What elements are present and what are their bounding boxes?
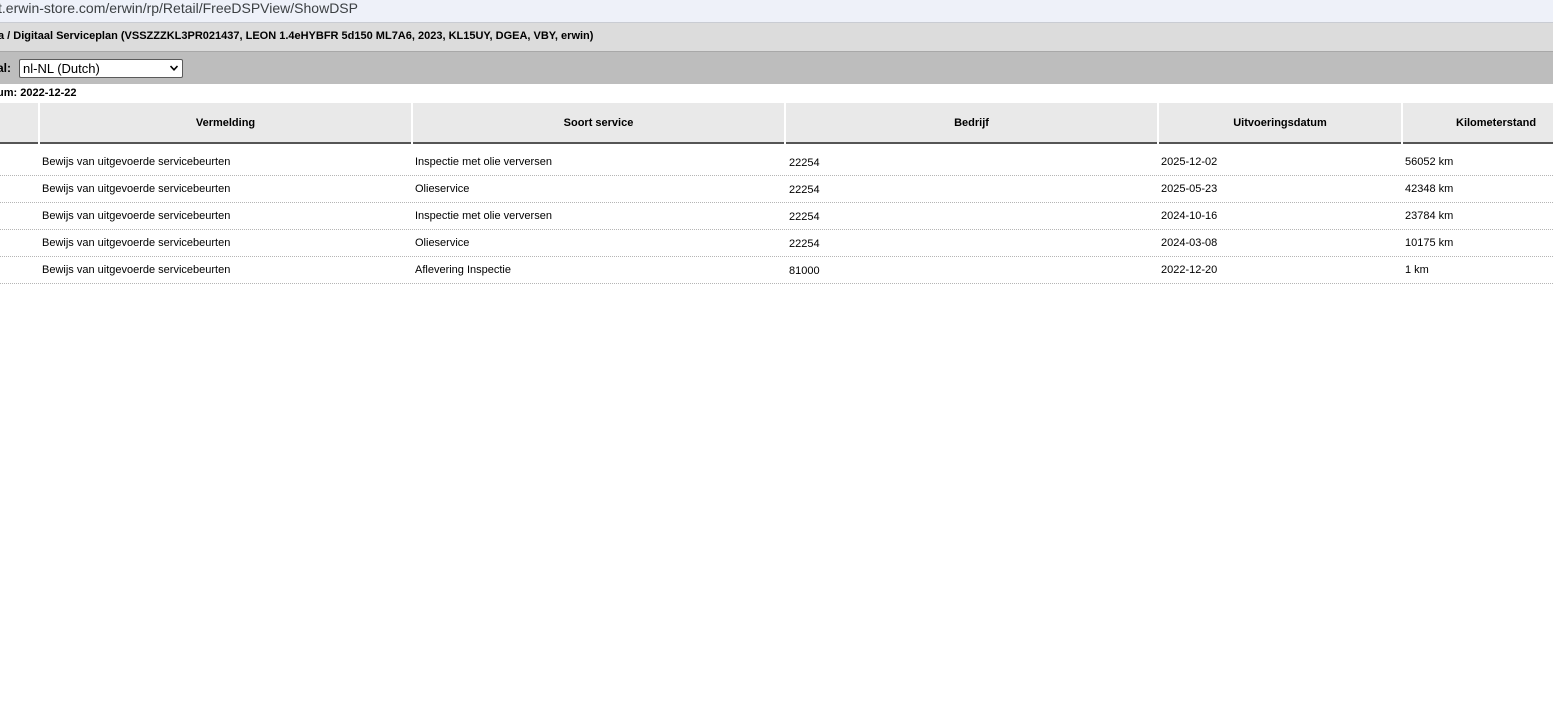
header-soort-service: Soort service [413,103,784,144]
date-line: um: 2022-12-22 [0,87,77,99]
cell-soort-service: Olieservice [415,183,470,195]
cell-soort-service: Aflevering Inspectie [415,264,511,276]
table-row: Bewijs van uitgevoerde servicebeurten Ol… [0,230,1553,257]
cell-soort-service: Inspectie met olie verversen [415,156,552,168]
cell-kilometerstand: 10175 km [1405,237,1454,249]
language-bar: al: nl-NL (Dutch) [0,52,1553,84]
cell-kilometerstand: 42348 km [1405,183,1454,195]
cell-bedrijf: 22254 [789,211,820,223]
url-text[interactable]: t.erwin-store.com/erwin/rp/Retail/FreeDS… [0,0,358,17]
page-title: a / Digitaal Serviceplan (VSSZZZKL3PR021… [0,30,594,42]
cell-uitvoeringsdatum: 2024-03-08 [1161,237,1218,249]
cell-soort-service: Inspectie met olie verversen [415,210,552,222]
cell-vermelding: Bewijs van uitgevoerde servicebeurten [42,264,231,276]
cell-bedrijf: 22254 [789,157,820,169]
table-row: Bewijs van uitgevoerde servicebeurten Ol… [0,176,1553,203]
cell-uitvoeringsdatum: 2025-12-02 [1161,156,1218,168]
header-kilometerstand: Kilometerstand [1403,103,1553,144]
header-cell-first [0,103,38,144]
page-title-bar: a / Digitaal Serviceplan (VSSZZZKL3PR021… [0,23,1553,52]
cell-kilometerstand: 56052 km [1405,156,1454,168]
header-uitvoeringsdatum: Uitvoeringsdatum [1159,103,1401,144]
language-label: al: [0,61,12,75]
cell-bedrijf: 22254 [789,184,820,196]
cell-vermelding: Bewijs van uitgevoerde servicebeurten [42,156,231,168]
table-row: Bewijs van uitgevoerde servicebeurten Af… [0,257,1553,284]
cell-bedrijf: 22254 [789,238,820,250]
cell-vermelding: Bewijs van uitgevoerde servicebeurten [42,183,231,195]
header-bedrijf: Bedrijf [786,103,1157,144]
address-bar[interactable]: t.erwin-store.com/erwin/rp/Retail/FreeDS… [0,0,1553,23]
cell-kilometerstand: 1 km [1405,264,1429,276]
cell-bedrijf: 81000 [789,265,820,277]
cell-vermelding: Bewijs van uitgevoerde servicebeurten [42,237,231,249]
cell-vermelding: Bewijs van uitgevoerde servicebeurten [42,210,231,222]
cell-uitvoeringsdatum: 2025-05-23 [1161,183,1218,195]
chevron-down-icon [170,65,178,71]
language-select-value: nl-NL (Dutch) [23,61,100,76]
cell-uitvoeringsdatum: 2022-12-20 [1161,264,1218,276]
header-vermelding: Vermelding [40,103,411,144]
table-row: Bewijs van uitgevoerde servicebeurten In… [0,149,1553,176]
table-row: Bewijs van uitgevoerde servicebeurten In… [0,203,1553,230]
cell-uitvoeringsdatum: 2024-10-16 [1161,210,1218,222]
cell-kilometerstand: 23784 km [1405,210,1454,222]
cell-soort-service: Olieservice [415,237,470,249]
language-select[interactable]: nl-NL (Dutch) [19,59,183,78]
